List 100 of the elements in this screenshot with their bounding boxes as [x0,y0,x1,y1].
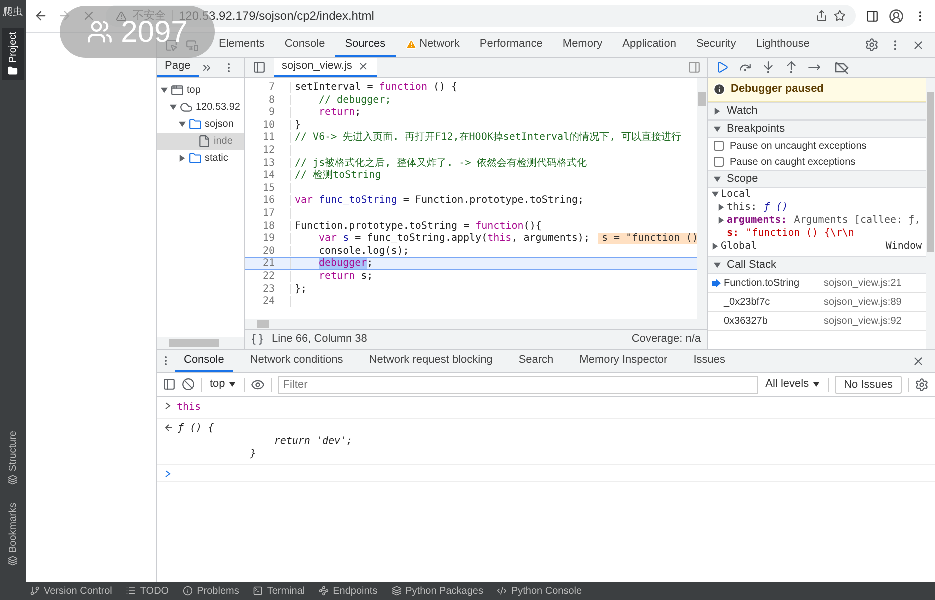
settings-icon[interactable] [915,378,929,392]
bookmark-star-icon[interactable] [834,10,846,22]
drawer-tab[interactable]: Network conditions [241,350,352,372]
eye-icon[interactable] [251,378,266,392]
back-icon[interactable] [34,9,48,23]
settings-icon[interactable] [865,38,879,52]
devtools-tab[interactable]: Console [274,33,336,57]
line-number: 8 [268,94,276,106]
drawer-tab[interactable]: Console [175,350,234,372]
file-tab[interactable]: sojson_view.js [274,58,378,77]
code-line: // 检测toString [295,170,382,181]
scope-row[interactable]: Global Window [708,240,926,253]
tool-window-tab[interactable]: TODO [126,584,170,598]
scope-row[interactable]: this: ƒ () [708,201,926,214]
drawer-tab[interactable]: Issues [684,350,734,372]
current-frame-icon [712,278,721,288]
caret-down-icon[interactable] [161,87,168,94]
side-panel-icon[interactable] [866,10,879,22]
layers-icon [8,556,18,566]
code-line: // debugger; [318,94,392,106]
tree-item[interactable]: 120.53.92 [157,99,244,116]
code-line: var s = func_toString.apply(this, arguments); [318,233,590,244]
line-number: 13 [262,158,276,168]
share-icon[interactable] [816,10,828,22]
tool-window-tab[interactable]: Version Control [30,584,112,598]
call-frame[interactable]: Function.toString sojson_view.js:21 [708,274,926,293]
checkbox[interactable] [714,157,724,167]
drawer-tab[interactable]: Search [510,350,563,372]
section-header[interactable]: Watch [708,102,926,120]
call-frame[interactable]: _0x23bf7c sojson_view.js:89 [708,293,926,312]
code-line: return; [318,107,362,118]
issues-button[interactable]: No Issues [835,376,902,394]
section-header[interactable]: Call Stack [708,256,926,274]
checkbox[interactable] [714,141,724,151]
line-number: 21 [262,258,276,269]
caret-down-icon[interactable] [170,104,177,111]
layers-icon [8,474,18,485]
info-icon [713,83,726,96]
scope-row[interactable]: arguments: Arguments [callee: ƒ, [708,214,926,227]
caret-down-icon [229,382,236,387]
scope-row[interactable]: Local [708,188,926,201]
resume-icon[interactable] [716,61,729,74]
line-number: 22 [262,270,276,282]
toggle-debugger-icon[interactable] [688,61,701,74]
caret-right-icon[interactable] [712,243,719,250]
side-tab[interactable]: Project [2,28,24,80]
tool-window-tab[interactable]: Python Console [497,584,582,598]
side-tab[interactable]: Bookmarks [2,500,24,568]
line-number: 11 [262,132,276,143]
result-arrow-icon [165,424,172,432]
step-out-icon[interactable] [785,61,798,74]
tool-window-tab[interactable]: Endpoints [319,584,378,598]
tree-item[interactable]: static [157,150,244,167]
code-line: // V6-> 先进入页面. 再打开F12,在HOOK掉setInterval的情况下, 可以直接进行 [295,132,682,143]
filter-input[interactable]: Filter [278,376,758,394]
tool-window-tab[interactable]: Problems [183,584,240,598]
step-into-icon[interactable] [762,61,775,74]
caret-down-icon[interactable] [714,262,721,268]
devtools-tab[interactable]: Lighthouse [746,33,820,57]
sidebar-icon[interactable] [163,378,176,391]
close-icon[interactable] [912,38,925,52]
caret-down-icon[interactable] [179,121,186,128]
drawer-tab[interactable]: Memory Inspector [570,350,677,372]
section-header[interactable]: Breakpoints [708,120,926,138]
tree-item[interactable]: top [157,82,244,99]
context-select[interactable]: top [208,376,238,393]
devtools-tab[interactable]: Network [396,33,470,57]
toggle-navigator-icon[interactable] [253,61,266,74]
caret-right-icon[interactable] [714,108,721,114]
devtools-tab[interactable]: Memory [552,33,613,57]
url-text: 120.53.92.179/sojson/cp2/index.html [179,8,374,23]
close-tab-icon[interactable] [358,61,370,72]
pretty-print-icon[interactable] [251,333,264,346]
caret-down-icon[interactable] [714,126,721,132]
tree-item[interactable]: sojson [157,116,244,133]
profile-icon[interactable] [889,8,904,24]
tool-window-tab[interactable]: Terminal [253,584,306,598]
tool-window-tab[interactable]: Python Packages [392,584,484,598]
section-header[interactable]: Scope [708,170,926,188]
devtools-tab[interactable]: Performance [470,33,553,57]
clear-icon[interactable] [182,378,195,391]
project-title: 爬虫 [3,6,23,20]
caret-right-icon[interactable] [179,155,186,162]
scope-row[interactable]: s: "function () {\r\n [708,227,926,240]
caret-right-icon[interactable] [718,204,725,211]
call-frame[interactable]: 0x36327b sojson_view.js:92 [708,312,926,331]
drawer-tab[interactable]: Network request blocking [360,350,502,372]
prompt-caret-icon[interactable] [165,470,171,478]
line-number: 23 [262,284,276,294]
side-tab[interactable]: Structure [2,429,24,487]
caret-down-icon[interactable] [714,176,721,182]
line-number: 17 [262,208,276,219]
levels-select[interactable]: All levels [764,376,822,393]
caret-right-icon[interactable] [718,217,725,224]
devtools-tab[interactable]: Security [686,33,746,57]
deactivate-breakpoints-icon[interactable] [835,62,849,74]
close-icon[interactable] [912,354,925,368]
devtools-tab[interactable]: Application [612,33,686,57]
caret-down-icon[interactable] [712,191,719,198]
line-number: 15 [262,182,276,194]
